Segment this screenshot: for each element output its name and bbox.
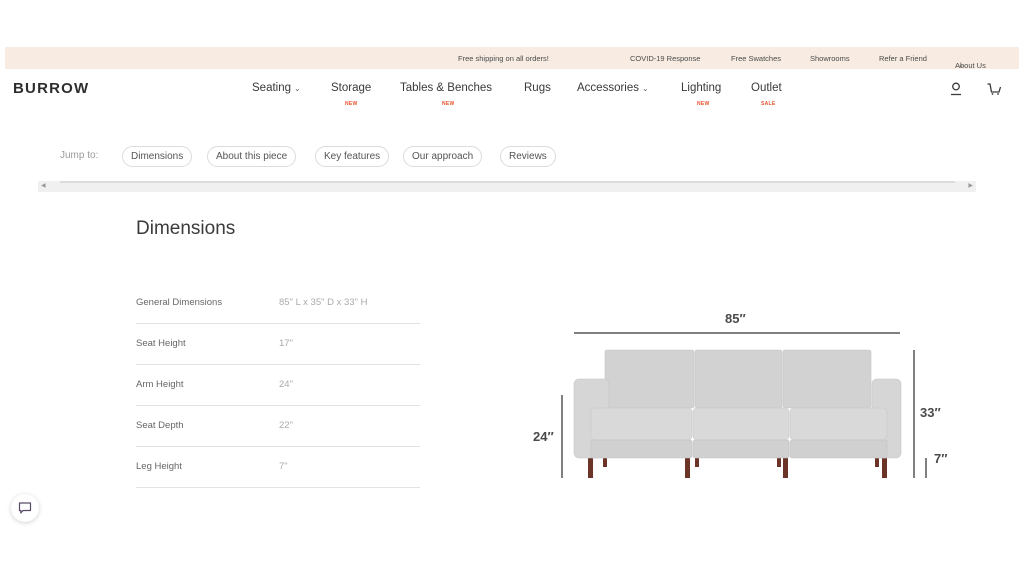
nav-outlet[interactable]: Outlet: [751, 82, 782, 94]
sofa-base: [590, 439, 888, 459]
jump-link-reviews[interactable]: Reviews: [500, 146, 556, 167]
dimension-label: Leg Height: [136, 461, 182, 472]
nav-seating[interactable]: Seating ⌄: [252, 82, 301, 94]
sofa-dimension-diagram: 85″ 33″ 24″ 7″: [525, 305, 965, 490]
chat-button[interactable]: [11, 494, 39, 522]
nav-label: Outlet: [751, 82, 782, 94]
dimension-value: 85" L x 35" D x 33" H: [279, 297, 368, 308]
arm-height-label: 24″: [533, 429, 554, 444]
top-promo-bar: Free shipping on all orders! COVID-19 Re…: [5, 47, 1019, 70]
dimension-label: Seat Depth: [136, 420, 184, 431]
dimension-row: General Dimensions 85" L x 35" D x 33" H: [136, 283, 420, 324]
jump-to-label: Jump to:: [60, 150, 99, 161]
dimension-value: 7": [279, 461, 288, 472]
chevron-down-icon: ⌄: [294, 84, 301, 93]
nav-tables-benches[interactable]: Tables & Benches: [400, 82, 492, 94]
promo-text: Free shipping on all orders!: [458, 54, 549, 63]
nav-badge-new: NEW: [442, 101, 455, 107]
topbar-link-showrooms[interactable]: Showrooms: [810, 54, 850, 63]
nav-badge-sale: SALE: [761, 101, 776, 107]
dimension-label: Seat Height: [136, 338, 186, 349]
nav-label: Storage: [331, 82, 372, 94]
dimension-row: Arm Height 24": [136, 365, 420, 406]
nav-label: Lighting: [681, 82, 722, 94]
chevron-down-icon: ⌄: [642, 84, 649, 93]
nav-storage[interactable]: Storage: [331, 82, 371, 94]
dimension-row: Seat Depth 22": [136, 406, 420, 447]
dimension-row: Seat Height 17": [136, 324, 420, 365]
dimension-label: General Dimensions: [136, 297, 223, 308]
jump-link-about[interactable]: About this piece: [207, 146, 297, 167]
dimension-row: Leg Height 7": [136, 447, 420, 488]
scrollbar-thumb[interactable]: [60, 181, 955, 183]
nav-label: Seating: [252, 82, 292, 94]
dimension-value: 22": [279, 420, 293, 431]
chevron-down-icon: ⌄: [958, 62, 964, 69]
sofa-legs: [588, 455, 887, 478]
leg-height-label: 7″: [934, 451, 948, 466]
nav-badge-new: NEW: [345, 101, 358, 107]
nav-badge-new: NEW: [697, 101, 710, 107]
scroll-left-arrow-icon[interactable]: ◀: [41, 182, 46, 189]
chat-icon: [18, 502, 32, 514]
topbar-link-covid[interactable]: COVID-19 Response: [630, 54, 700, 63]
nav-rugs[interactable]: Rugs: [524, 82, 551, 94]
nav-accessories[interactable]: Accessories ⌄: [577, 82, 649, 94]
account-icon[interactable]: [948, 81, 964, 97]
logo[interactable]: BURROW: [13, 80, 89, 97]
nav-label: Tables & Benches: [400, 82, 493, 94]
topbar-link-swatches[interactable]: Free Swatches: [731, 54, 781, 63]
cart-icon[interactable]: [986, 81, 1002, 97]
width-label: 85″: [725, 311, 746, 326]
height-label: 33″: [920, 405, 941, 420]
jump-link-features[interactable]: Key features: [315, 146, 390, 167]
scroll-right-arrow-icon[interactable]: ▶: [968, 182, 973, 189]
nav-label: Accessories: [577, 82, 639, 94]
back-cushions: [604, 349, 872, 409]
horizontal-scrollbar[interactable]: ◀ ▶: [38, 181, 976, 192]
seat-cushions: [590, 407, 888, 441]
nav-lighting[interactable]: Lighting: [681, 82, 721, 94]
jump-link-dimensions[interactable]: Dimensions: [122, 146, 193, 167]
nav-label: Rugs: [524, 82, 551, 94]
topbar-link-refer[interactable]: Refer a Friend: [879, 54, 927, 63]
dimension-value: 24": [279, 379, 293, 390]
dimension-label: Arm Height: [136, 379, 184, 390]
section-title: Dimensions: [136, 218, 236, 239]
dimension-value: 17": [279, 338, 293, 349]
jump-link-approach[interactable]: Our approach: [403, 146, 483, 167]
sofa-illustration: [561, 332, 927, 478]
